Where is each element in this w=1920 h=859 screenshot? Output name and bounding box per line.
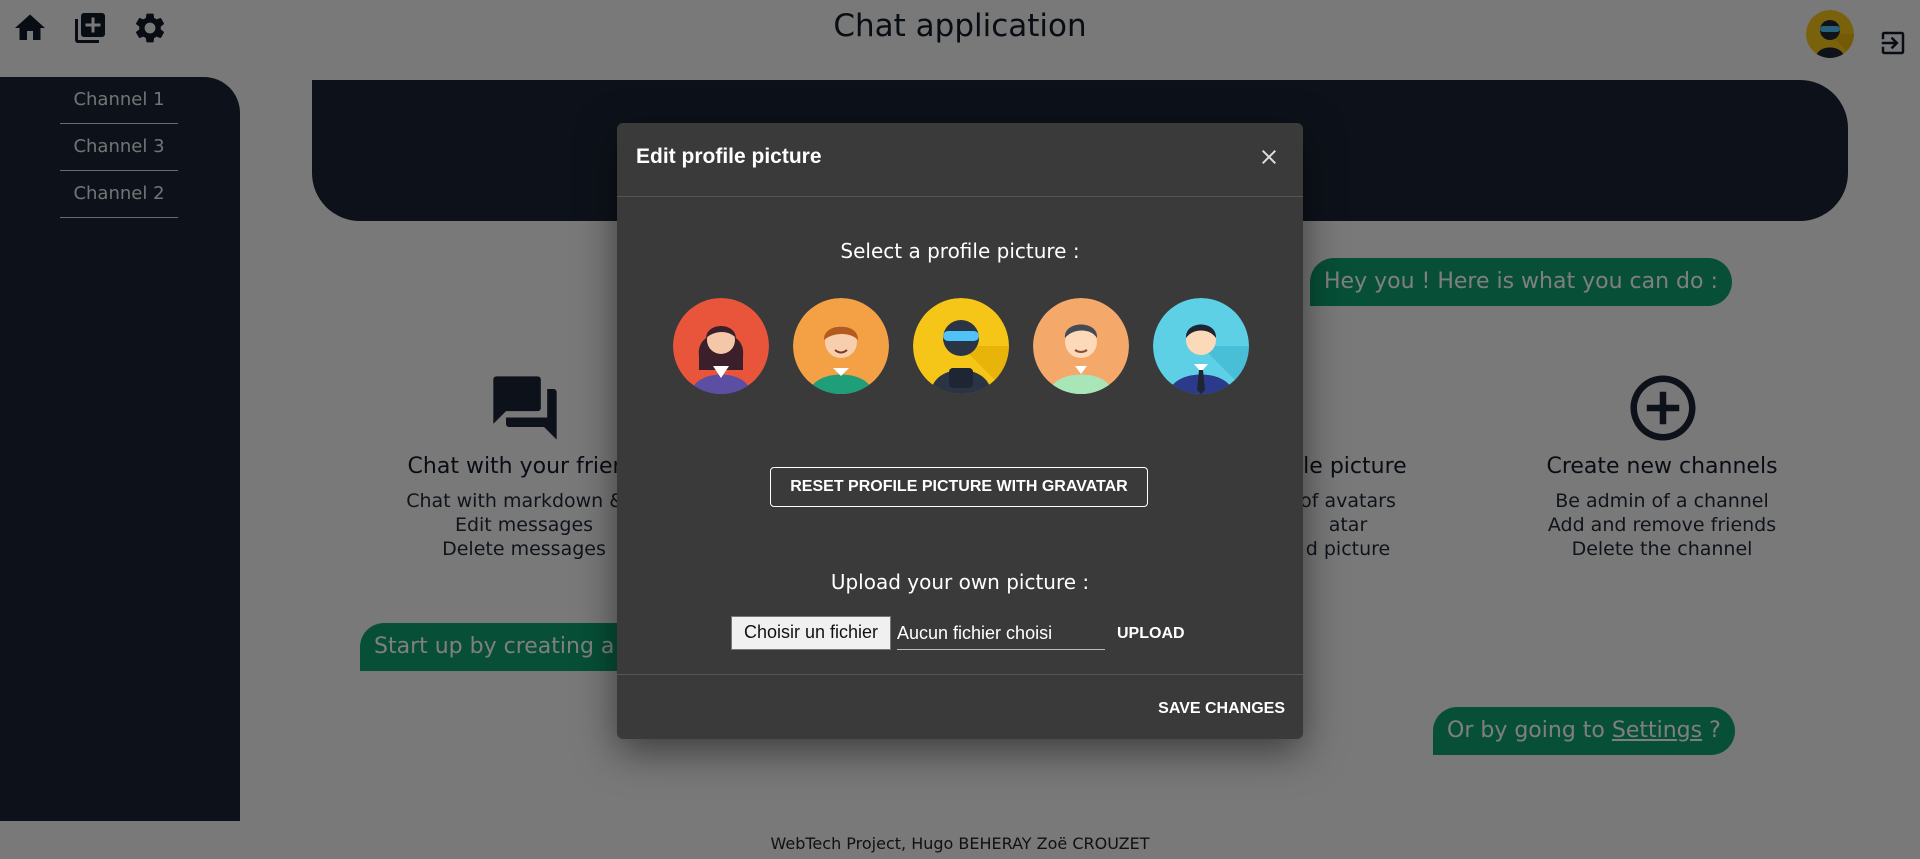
select-picture-label: Select a profile picture : [840,239,1080,263]
edit-profile-picture-dialog: Edit profile picture Select a profile pi… [617,123,1303,739]
avatar-option-man[interactable] [1033,298,1129,394]
dialog-title: Edit profile picture [636,145,822,168]
file-name-display: Aucun fichier choisi [897,616,1105,650]
dialog-divider [617,674,1303,675]
avatar-option-businessman[interactable] [1153,298,1249,394]
save-changes-button[interactable]: SAVE CHANGES [1158,695,1285,723]
upload-button[interactable]: UPLOAD [1113,620,1189,648]
avatar-option-boy[interactable] [793,298,889,394]
reset-gravatar-button[interactable]: RESET PROFILE PICTURE WITH GRAVATAR [770,467,1148,507]
dialog-divider [617,196,1303,197]
avatar-option-woman[interactable] [673,298,769,394]
close-icon[interactable] [1257,145,1281,169]
choose-file-button[interactable]: Choisir un fichier [731,616,891,650]
upload-picture-label: Upload your own picture : [830,570,1090,594]
avatar-option-ninja[interactable] [913,298,1009,394]
